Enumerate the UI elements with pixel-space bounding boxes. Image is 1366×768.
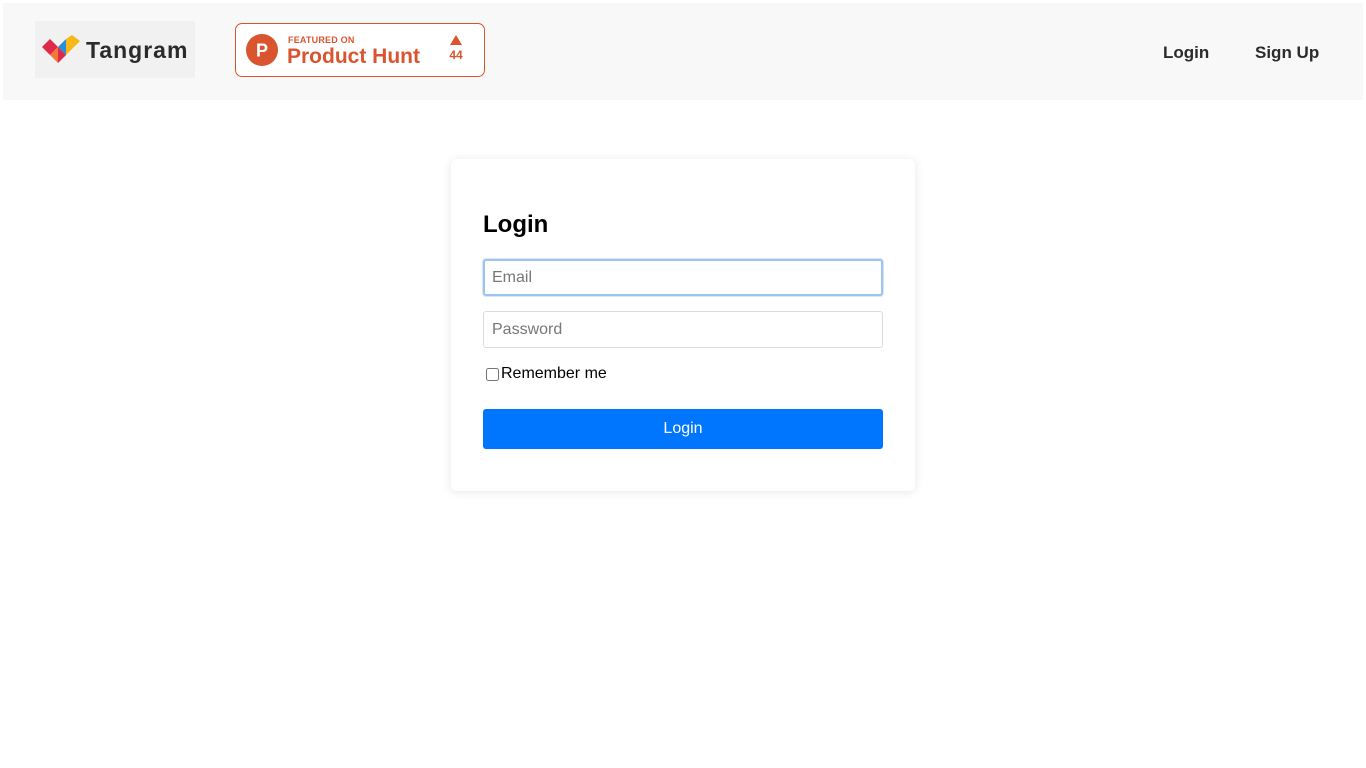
brand-name: Tangram	[86, 37, 189, 63]
remember-me-label: Remember me	[501, 365, 607, 382]
product-hunt-badge[interactable]: P FEATURED ON Product Hunt 44	[235, 23, 485, 77]
product-hunt-votes: 44	[442, 35, 470, 63]
password-field[interactable]	[483, 311, 883, 348]
tangram-logo-icon	[42, 35, 80, 63]
remember-me-checkbox[interactable]	[486, 367, 499, 381]
login-card: Login Remember me Login	[451, 159, 915, 491]
vote-count: 44	[449, 48, 463, 62]
remember-me[interactable]: Remember me	[486, 365, 607, 383]
product-hunt-logo-icon: P	[246, 34, 278, 66]
upvote-arrow-icon	[450, 35, 462, 45]
svg-text:P: P	[256, 41, 268, 61]
brand-home-link[interactable]: Tangram	[35, 21, 195, 78]
site-header: Tangram P FEATURED ON Product Hunt 44 Lo…	[3, 3, 1363, 100]
nav-login-link[interactable]: Login	[1163, 43, 1209, 63]
product-hunt-name: Product Hunt	[287, 45, 420, 68]
email-field[interactable]	[483, 259, 883, 296]
login-button[interactable]: Login	[483, 409, 883, 449]
login-title: Login	[483, 211, 549, 238]
nav-signup-link[interactable]: Sign Up	[1255, 43, 1319, 63]
